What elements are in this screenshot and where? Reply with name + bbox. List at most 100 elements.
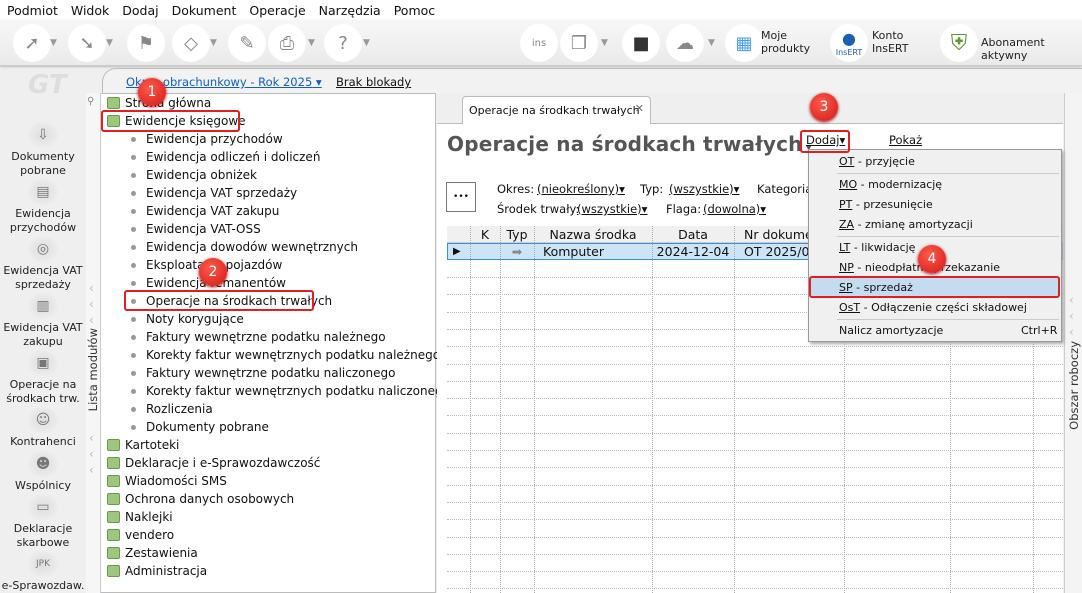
tree-subitem[interactable]: Faktury wewnętrzne podatku naliczonego (131, 364, 395, 382)
menu-item-ost[interactable]: OsT - Odłączenie części składowej (839, 298, 1027, 317)
tree-item[interactable]: Wiadomości SMS (107, 472, 227, 490)
edit-icon[interactable]: ✎ (228, 24, 266, 62)
pin-icon[interactable]: ⚲ (87, 96, 94, 107)
menu-item-lt[interactable]: LT - likwidację (839, 238, 915, 257)
tree-subitem[interactable]: Ewidencja dowodów wewnętrznych (131, 238, 358, 256)
module-deklaracje[interactable]: ▭ Deklaracje skarbowe (0, 494, 86, 550)
menu-item-ot[interactable]: OT - przyjęcie (839, 152, 915, 171)
pokaz-link[interactable]: Pokaż (889, 133, 922, 147)
menu-item-mo[interactable]: MO - modernizację (839, 175, 942, 194)
tree-subitem[interactable]: Korekty faktur wewnętrznych podatku nali… (131, 382, 450, 400)
chevron-left-icon[interactable]: ‹ (89, 281, 94, 295)
chevron-left-icon[interactable]: ‹ (89, 463, 94, 477)
tree-subitem[interactable]: Korekty faktur wewnętrznych podatku nale… (131, 346, 440, 364)
more-options-button[interactable]: ••• (446, 182, 476, 212)
close-icon[interactable]: ✕ (635, 95, 644, 123)
tree-item[interactable]: Kartoteki (107, 436, 179, 454)
box-icon[interactable]: ■ (622, 24, 660, 62)
tab-operacje-srodki-trwale[interactable]: Operacje na środkach trwałych ✕ (462, 96, 651, 124)
ins-icon[interactable]: ins (520, 24, 558, 62)
products-icon[interactable]: ▦ (725, 24, 763, 62)
module-vat-sprzedazy[interactable]: ◎ Ewidencja VAT sprzedaży (0, 236, 86, 292)
module-dokumenty-pobrane[interactable]: ⇩ Dokumenty pobrane (0, 122, 86, 178)
tree-subitem[interactable]: Ewidencja przychodów (131, 130, 283, 148)
abonament-status[interactable]: Abonament aktywny (981, 36, 1082, 62)
chevron-down-icon[interactable]: ▼ (601, 38, 608, 48)
chevron-left-icon[interactable]: ‹ (89, 313, 94, 327)
tree-subitem[interactable]: Ewidencja VAT sprzedaży (131, 184, 297, 202)
brak-blokady-link[interactable]: Brak blokady (336, 75, 411, 89)
module-icon (107, 97, 120, 109)
srodek-filter[interactable]: (wszystkie)▾ (577, 202, 647, 216)
menu-pomoc[interactable]: Pomoc (394, 3, 435, 18)
grid-row-line (447, 415, 1063, 417)
chevron-down-icon[interactable]: ▼ (106, 38, 113, 48)
moje-produkty-button[interactable]: Moje produkty (761, 29, 810, 55)
chevron-down-icon[interactable]: ▼ (210, 38, 217, 48)
tree-item[interactable]: Ochrona danych osobowych (107, 490, 294, 508)
tree-item[interactable]: Zestawienia (107, 544, 198, 562)
chevron-left-icon[interactable]: ‹ (1069, 309, 1074, 323)
chevron-left-icon[interactable]: ‹ (1069, 325, 1074, 339)
send-icon[interactable]: ➚ (13, 24, 51, 62)
menu-podmiot[interactable]: Podmiot (7, 3, 58, 18)
bullet-icon (131, 389, 136, 394)
menu-dodaj[interactable]: Dodaj (122, 3, 158, 18)
tree-subitem[interactable]: Rozliczenia (131, 400, 213, 418)
menu-narzedzia[interactable]: Narzędzia (319, 3, 381, 18)
clipboard-icon[interactable]: ❐ (560, 24, 598, 62)
tab-label: Operacje na środkach trwałych (469, 104, 640, 117)
printer-icon[interactable]: ⎙ (268, 24, 306, 62)
flaga-filter[interactable]: (dowolna)▾ (703, 202, 766, 216)
col-typ[interactable]: Typ (500, 226, 534, 243)
col-k[interactable]: K (470, 226, 500, 243)
receive-icon[interactable]: ➘ (68, 24, 106, 62)
workspace-strip[interactable]: ‹ ‹ ‹ Obszar roboczy (1064, 93, 1082, 593)
chevron-left-icon[interactable]: ‹ (89, 431, 94, 445)
menu-item-pt[interactable]: PT - przesunięcie (839, 195, 933, 214)
module-kontrahenci[interactable]: ☺ Kontrahenci (0, 407, 86, 449)
tree-item[interactable]: vendero (107, 526, 174, 544)
tree-subitem[interactable]: Dokumenty pobrane (131, 418, 269, 436)
tree-subitem[interactable]: Faktury wewnętrzne podatku należnego (131, 328, 386, 346)
chevron-left-icon[interactable]: ‹ (1069, 293, 1074, 307)
col-data[interactable]: Data (652, 226, 734, 243)
tree-item[interactable]: Deklaracje i e-Sprawozdawczość (107, 454, 320, 472)
user-account-icon[interactable]: ● InsERT (830, 24, 868, 62)
module-e-sprawozdawczosc[interactable]: JPK e-Sprawozdaw. (0, 551, 86, 593)
menu-dokument[interactable]: Dokument (172, 3, 237, 18)
menu-item-nalicz-amortyzacje[interactable]: Nalicz amortyzacje (839, 321, 943, 340)
menu-operacje[interactable]: Operacje (249, 3, 305, 18)
okres-filter[interactable]: (nieokreślony)▾ (537, 182, 625, 196)
tree-item[interactable]: Administracja (107, 562, 207, 580)
chevron-down-icon[interactable]: ▼ (50, 38, 57, 48)
chevron-down-icon[interactable]: ▼ (308, 38, 315, 48)
col-nazwa[interactable]: Nazwa środka (534, 226, 652, 243)
chevron-left-icon[interactable]: ‹ (89, 297, 94, 311)
chevron-left-icon[interactable]: ‹ (89, 447, 94, 461)
help-icon[interactable]: ? (324, 24, 362, 62)
flag-icon[interactable]: ⚑ (127, 24, 165, 62)
module-ewidencja-przychodow[interactable]: ▤ Ewidencja przychodów (0, 179, 86, 235)
tree-subitem[interactable]: Ewidencja obniżek (131, 166, 257, 184)
tree-subitem[interactable]: Ewidencja VAT zakupu (131, 202, 279, 220)
module-list-strip[interactable]: ⚲ ‹ ‹ ‹ Lista modułów ‹ ‹ ‹ (86, 93, 101, 593)
typ-filter[interactable]: (wszystkie)▾ (669, 182, 739, 196)
forms-icon: ▭ (28, 494, 58, 520)
module-vat-zakupu[interactable]: ▥ Ewidencja VAT zakupu (0, 293, 86, 349)
module-srodki-trwale[interactable]: ▣ Operacje na środkach trw. (0, 350, 86, 406)
menu-widok[interactable]: Widok (71, 3, 109, 18)
document-icon[interactable]: ◇ (172, 24, 210, 62)
tree-item[interactable]: Naklejki (107, 508, 173, 526)
download-icon: ⇩ (28, 122, 58, 148)
konto-insert-button[interactable]: Konto InsERT (872, 29, 908, 55)
tree-subitem[interactable]: Ewidencja VAT-OSS (131, 220, 261, 238)
menu-item-za[interactable]: ZA - zmianę amortyzacji (839, 215, 973, 234)
chevron-down-icon[interactable]: ▼ (708, 38, 715, 48)
module-wspolnicy[interactable]: ☻ Wspólnicy (0, 451, 86, 493)
chevron-down-icon[interactable]: ▼ (363, 38, 370, 48)
tree-subitem[interactable]: Ewidencja odliczeń i doliczeń (131, 148, 320, 166)
tree-subitem[interactable]: Noty korygujące (131, 310, 244, 328)
cloud-icon[interactable]: ☁ (666, 24, 704, 62)
page-title[interactable]: Operacje na środkach trwałych ▾ (447, 132, 812, 156)
